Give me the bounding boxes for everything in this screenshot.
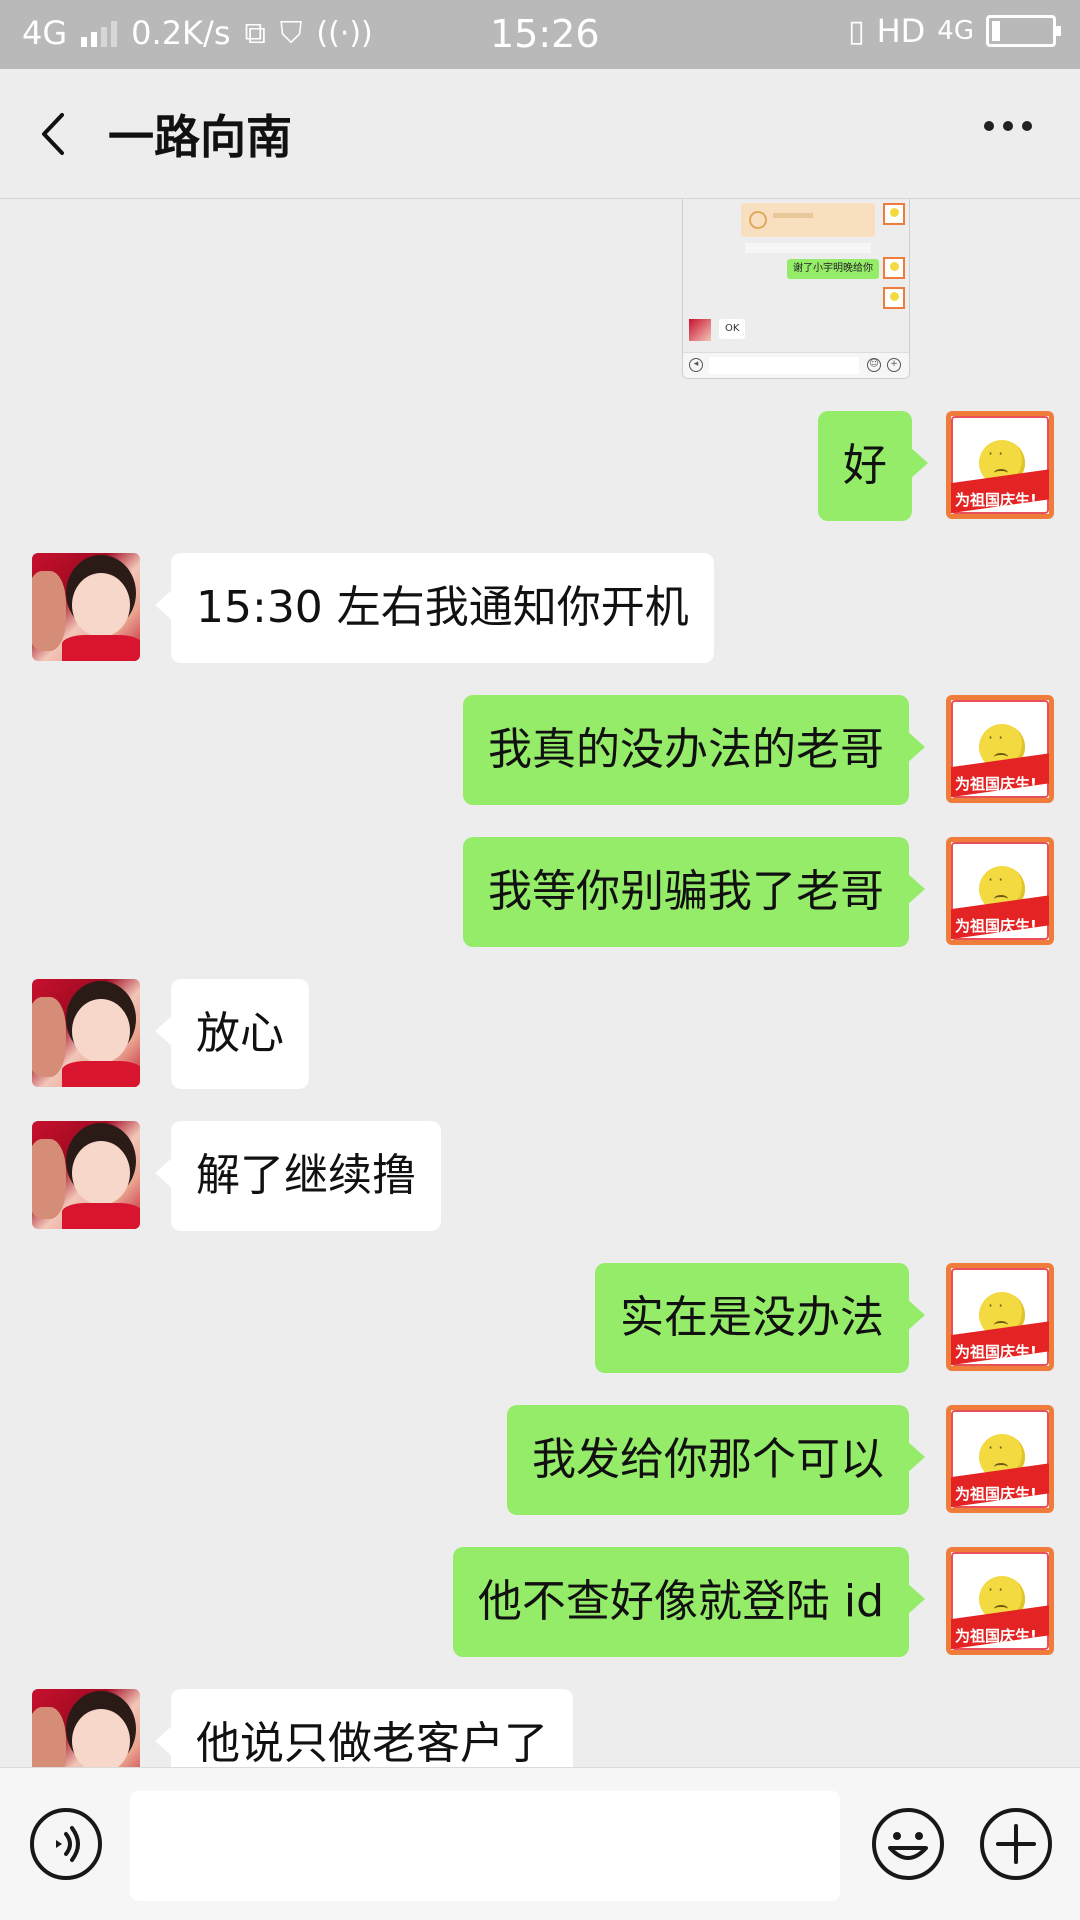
- avatar-badge-text: 为祖国庆生!: [955, 775, 1037, 793]
- network-label-right: 4G: [937, 16, 974, 46]
- message-bubble-outgoing[interactable]: 我发给你那个可以: [507, 1405, 925, 1515]
- more-dots-icon[interactable]: [984, 121, 1032, 131]
- status-right: ▯ HD 4G: [848, 12, 1061, 50]
- avatar-badge-text: 为祖国庆生!: [955, 917, 1037, 935]
- network-speed: 0.2K/s: [131, 14, 231, 52]
- message-bubble-outgoing[interactable]: 实在是没办法: [595, 1263, 925, 1373]
- avatar-contact[interactable]: [32, 1689, 140, 1767]
- message-bubble-incoming[interactable]: 放心: [155, 979, 309, 1089]
- transfer-card: [741, 203, 875, 237]
- message-bubble-incoming[interactable]: 15:30 左右我通知你开机: [155, 553, 714, 663]
- avatar-contact[interactable]: [32, 979, 140, 1087]
- hotspot-icon: ((·)): [316, 15, 373, 51]
- chat-header: 一路向南: [0, 69, 1080, 199]
- shield-icon: ⛉: [279, 15, 303, 51]
- network-label: 4G: [22, 14, 68, 52]
- avatar-badge-text: 为祖国庆生!: [955, 491, 1037, 509]
- avatar-self[interactable]: 为祖国庆生!: [946, 695, 1054, 803]
- thumb-avatar: [883, 203, 905, 225]
- thumb-divider: [745, 243, 871, 253]
- status-left: 4G 0.2K/s ⧉ ⛉ ((·)): [22, 14, 373, 52]
- avatar-badge-text: 为祖国庆生!: [955, 1343, 1037, 1361]
- voice-icon[interactable]: [30, 1808, 102, 1880]
- avatar-self[interactable]: 为祖国庆生!: [946, 1263, 1054, 1371]
- chat-area[interactable]: 谢了小宇明晚给你 OK ◂ ☺ + 好 为祖国庆生! 15:30 左右我通知你开…: [0, 199, 1080, 1767]
- message-bubble-outgoing[interactable]: 我真的没办法的老哥: [463, 695, 925, 805]
- message-bubble-outgoing[interactable]: 我等你别骗我了老哥: [463, 837, 925, 947]
- clock: 15:26: [490, 12, 600, 56]
- thumb-input-bar: ◂ ☺ +: [683, 352, 909, 378]
- avatar-contact[interactable]: [32, 1121, 140, 1229]
- battery-icon: [986, 15, 1061, 47]
- status-bar: 4G 0.2K/s ⧉ ⛉ ((·)) 15:26 ▯ HD 4G: [0, 0, 1080, 69]
- avatar-badge-text: 为祖国庆生!: [955, 1485, 1037, 1503]
- avatar-badge-text: 为祖国庆生!: [955, 1627, 1037, 1645]
- message-input[interactable]: [130, 1791, 840, 1901]
- plus-icon[interactable]: [978, 1806, 1054, 1882]
- input-bar: [0, 1767, 1080, 1920]
- vibrate-icon: ▯: [848, 13, 865, 49]
- avatar-self[interactable]: 为祖国庆生!: [946, 1405, 1054, 1513]
- chevron-left-icon[interactable]: [30, 109, 80, 159]
- message-bubble-outgoing[interactable]: 好: [818, 411, 928, 521]
- avatar-self[interactable]: 为祖国庆生!: [946, 1547, 1054, 1655]
- avatar-self[interactable]: 为祖国庆生!: [946, 837, 1054, 945]
- page-title: 一路向南: [108, 110, 292, 164]
- thumb-avatar-them: [689, 319, 711, 341]
- signal-icon: [81, 19, 118, 47]
- avatar-self[interactable]: 为祖国庆生!: [946, 411, 1054, 519]
- screenshot-icon: ⧉: [244, 15, 266, 51]
- message-bubble-incoming[interactable]: 他说只做老客户了: [155, 1689, 573, 1767]
- hd-label: HD: [876, 12, 926, 50]
- thumb-message: 谢了小宇明晚给你: [787, 259, 879, 279]
- message-bubble-outgoing[interactable]: 他不查好像就登陆 id: [452, 1547, 926, 1657]
- emoji-icon[interactable]: [870, 1806, 946, 1882]
- screenshot-thumbnail[interactable]: 谢了小宇明晚给你 OK ◂ ☺ +: [682, 199, 910, 379]
- thumb-avatar: [883, 257, 905, 279]
- avatar-contact[interactable]: [32, 553, 140, 661]
- thumb-message: OK: [719, 319, 746, 339]
- message-bubble-incoming[interactable]: 解了继续撸: [155, 1121, 441, 1231]
- thumb-avatar: [883, 287, 905, 309]
